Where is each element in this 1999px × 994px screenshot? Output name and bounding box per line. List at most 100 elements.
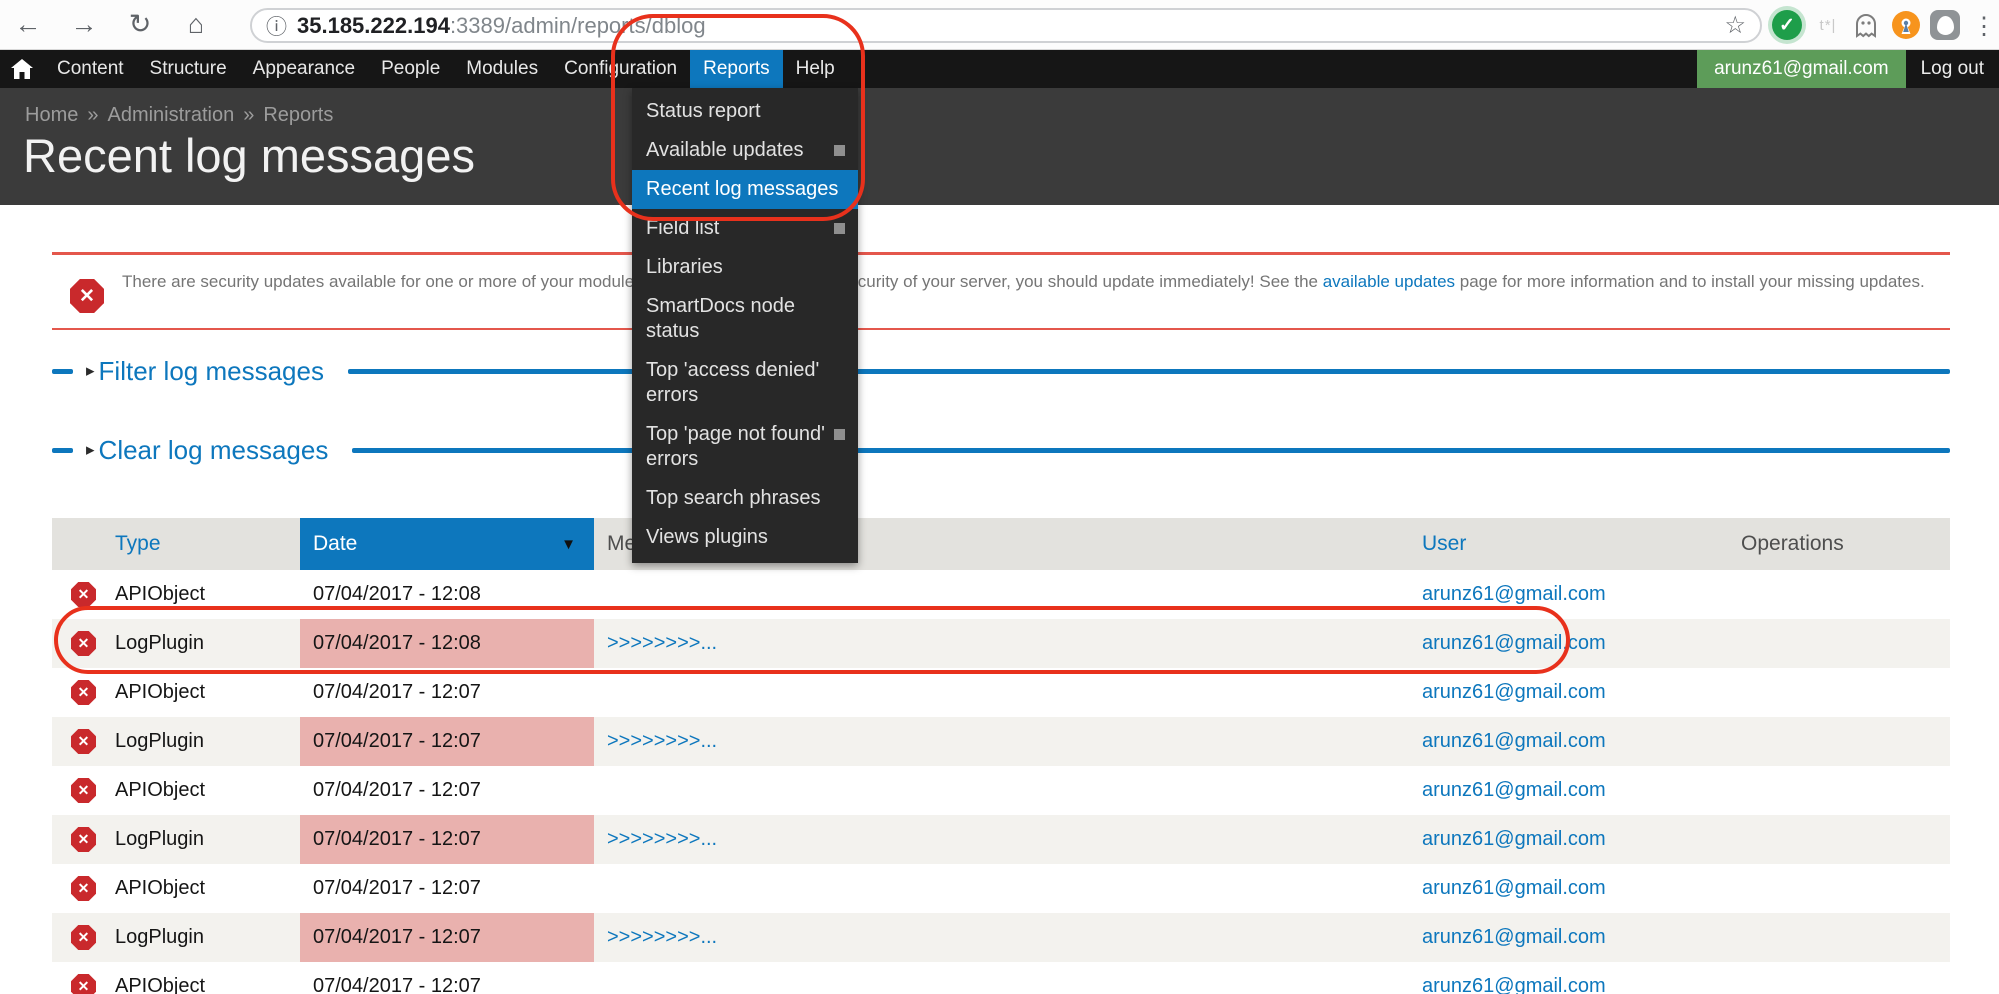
log-message-link[interactable]: >>>>>>>>... [607, 632, 717, 655]
breadcrumb-administration[interactable]: Administration [107, 104, 234, 126]
error-status-icon: ✕ [71, 631, 96, 656]
dropdown-item-top-search-phrases[interactable]: Top search phrases [632, 479, 858, 518]
page-header: Home»Administration»Reports Recent log m… [0, 88, 1999, 205]
log-table: Type Date ▼ Message User Operations ✕ API… [52, 518, 1950, 994]
table-header-operations: Operations [1741, 518, 1950, 570]
dropdown-item-smartdocs-node-status[interactable]: SmartDocs node status [632, 287, 858, 351]
error-status-icon: ✕ [71, 827, 96, 852]
extension-vpn-icon[interactable] [1890, 9, 1922, 41]
dropdown-item-libraries[interactable]: Libraries [632, 248, 858, 287]
screenshot-root: ← → ↻ ⌂ ⓘ 35.185.222.194:3389/admin/repo… [0, 0, 1999, 994]
dropdown-item-top-page-not-found-errors[interactable]: Top 'page not found' errors [632, 415, 858, 479]
log-type-cell: LogPlugin [115, 815, 300, 864]
dropdown-item-recent-log-messages[interactable]: Recent log messages [632, 170, 858, 209]
log-date-cell: 07/04/2017 - 12:07 [300, 913, 594, 962]
available-updates-link[interactable]: available updates [1323, 272, 1455, 291]
reload-icon[interactable]: ↻ [112, 9, 168, 40]
menu-item-content[interactable]: Content [44, 50, 137, 88]
browser-menu-icon[interactable]: ⋮ [1972, 12, 1996, 41]
extension-disabled-icon[interactable]: t*| [1812, 9, 1844, 41]
row-status-cell: ✕ [52, 815, 115, 864]
error-message-text: There are security updates available for… [122, 269, 1934, 295]
dropdown-item-top-access-denied-errors[interactable]: Top 'access denied' errors [632, 351, 858, 415]
log-type-cell: LogPlugin [115, 913, 300, 962]
menu-item-structure[interactable]: Structure [137, 50, 240, 88]
log-message-cell [594, 570, 1422, 619]
browser-toolbar: ← → ↻ ⌂ ⓘ 35.185.222.194:3389/admin/repo… [0, 0, 1999, 50]
clear-log-messages-toggle[interactable]: Clear log messages [99, 435, 329, 466]
url-text[interactable]: 35.185.222.194:3389/admin/reports/dblog [297, 13, 706, 39]
sort-desc-icon: ▼ [561, 536, 576, 553]
table-header-date[interactable]: Date ▼ [300, 518, 594, 570]
error-status-icon: ✕ [71, 582, 96, 607]
url-host[interactable]: 35.185.222.194 [297, 13, 450, 38]
log-message-cell: >>>>>>>>... [594, 619, 1422, 668]
page-info-icon[interactable]: ⓘ [266, 11, 287, 41]
log-operations-cell [1741, 717, 1950, 766]
bookmark-star-icon[interactable]: ☆ [1724, 11, 1746, 40]
extension-ghost-icon[interactable] [1850, 9, 1882, 41]
address-bar[interactable]: ⓘ 35.185.222.194:3389/admin/reports/dblo… [250, 8, 1762, 43]
log-type-cell: LogPlugin [115, 619, 300, 668]
log-message-link[interactable]: >>>>>>>>... [607, 730, 717, 753]
table-header-date-label: Date [313, 532, 357, 556]
log-message-link[interactable]: >>>>>>>>... [607, 926, 717, 949]
collapsed-arrow-icon[interactable]: ▸ [86, 440, 95, 460]
log-type-cell: APIObject [115, 962, 300, 994]
forward-icon[interactable]: → [56, 9, 112, 40]
flag-square-icon [834, 429, 845, 440]
error-status-icon: ✕ [71, 925, 96, 950]
log-user-cell: arunz61@gmail.com [1422, 962, 1741, 994]
log-date-cell: 07/04/2017 - 12:08 [300, 619, 594, 668]
log-date-cell: 07/04/2017 - 12:08 [300, 570, 594, 619]
dropdown-item-field-list[interactable]: Field list [632, 209, 858, 248]
user-link[interactable]: arunz61@gmail.com [1422, 975, 1606, 994]
logout-button[interactable]: Log out [1906, 50, 1999, 88]
error-message-box: ✕ There are security updates available f… [52, 252, 1950, 330]
user-link[interactable]: arunz61@gmail.com [1422, 730, 1606, 753]
row-status-cell: ✕ [52, 864, 115, 913]
user-link[interactable]: arunz61@gmail.com [1422, 779, 1606, 802]
user-link[interactable]: arunz61@gmail.com [1422, 926, 1606, 949]
table-row: ✕LogPlugin07/04/2017 - 12:07>>>>>>>>...a… [52, 717, 1950, 766]
menu-item-configuration[interactable]: Configuration [551, 50, 690, 88]
log-message-link[interactable]: >>>>>>>>... [607, 828, 717, 851]
account-label[interactable]: arunz61@gmail.com [1697, 50, 1906, 88]
table-header-user[interactable]: User [1422, 518, 1741, 570]
log-message-cell [594, 864, 1422, 913]
filter-log-messages-toggle[interactable]: Filter log messages [99, 356, 324, 387]
breadcrumb-home[interactable]: Home [25, 104, 78, 126]
menu-item-appearance[interactable]: Appearance [240, 50, 368, 88]
url-path[interactable]: :3389/admin/reports/dblog [450, 13, 706, 38]
dropdown-item-views-plugins[interactable]: Views plugins [632, 518, 858, 557]
error-status-icon: ✕ [71, 680, 96, 705]
menu-item-modules[interactable]: Modules [453, 50, 551, 88]
user-link[interactable]: arunz61@gmail.com [1422, 681, 1606, 704]
dropdown-item-status-report[interactable]: Status report [632, 92, 858, 131]
menu-item-help[interactable]: Help [783, 50, 848, 88]
extension-check-icon[interactable]: ✓ [1772, 10, 1802, 40]
breadcrumb-reports[interactable]: Reports [263, 104, 333, 126]
extension-generic-icon[interactable] [1930, 10, 1960, 40]
fieldset-dash [52, 369, 73, 374]
dropdown-item-available-updates[interactable]: Available updates [632, 131, 858, 170]
browser-home-icon[interactable]: ⌂ [168, 9, 224, 40]
user-link[interactable]: arunz61@gmail.com [1422, 632, 1606, 655]
user-link[interactable]: arunz61@gmail.com [1422, 583, 1606, 606]
user-link[interactable]: arunz61@gmail.com [1422, 828, 1606, 851]
log-operations-cell [1741, 913, 1950, 962]
flag-square-icon [834, 223, 845, 234]
menu-item-people[interactable]: People [368, 50, 453, 88]
table-header-type[interactable]: Type [115, 518, 300, 570]
fieldset-rule [348, 369, 1950, 374]
collapsed-arrow-icon[interactable]: ▸ [86, 361, 95, 381]
menu-item-reports[interactable]: Reports [690, 50, 783, 88]
breadcrumb-separator: » [243, 104, 254, 126]
admin-home-icon[interactable] [0, 50, 44, 88]
error-status-icon: ✕ [71, 729, 96, 754]
user-link[interactable]: arunz61@gmail.com [1422, 877, 1606, 900]
breadcrumb: Home»Administration»Reports [25, 104, 333, 127]
back-icon[interactable]: ← [0, 9, 56, 40]
table-header-row: Type Date ▼ Message User Operations [52, 518, 1950, 570]
fieldset-dash [52, 448, 73, 453]
